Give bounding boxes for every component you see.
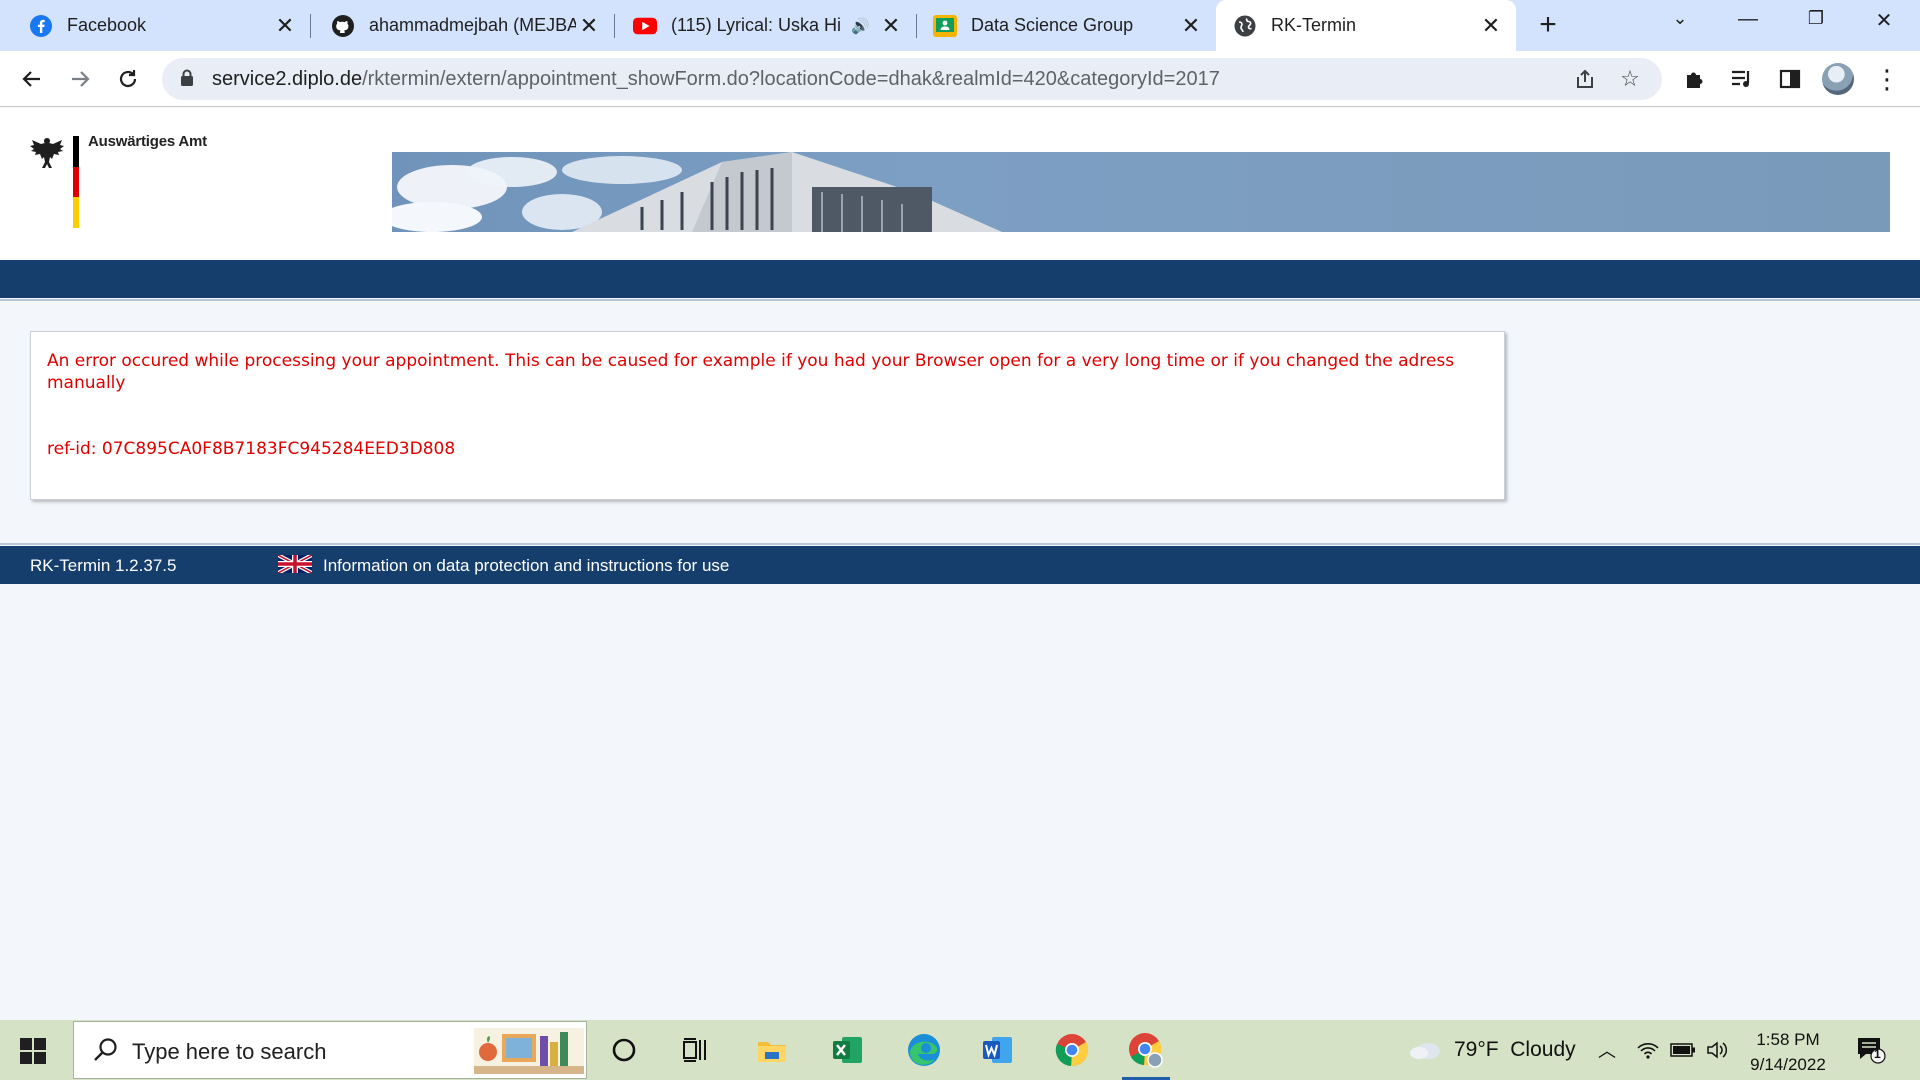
reload-button[interactable] [110,61,146,97]
data-protection-link[interactable]: Information on data protection and instr… [323,556,729,576]
brand-name: Auswärtiges Amt [88,133,207,150]
profile-avatar[interactable] [1822,63,1854,95]
tab-title: Facebook [67,15,147,35]
close-tab-icon[interactable]: ✕ [878,13,904,39]
german-flag-bar [73,136,79,228]
youtube-icon [633,14,657,38]
federal-eagle-icon [30,138,64,168]
notification-count: 1 [1874,1047,1881,1061]
audio-playing-icon[interactable]: 🔊 [851,17,870,35]
globe-icon [1233,14,1257,38]
extensions-puzzle-icon[interactable] [1680,64,1710,94]
reload-icon [119,70,137,88]
search-icon [94,1038,117,1061]
github-icon [331,14,355,38]
tab-separator [310,14,311,38]
tab-separator [614,14,615,38]
edge-icon[interactable] [898,1026,950,1074]
tab-strip: Facebook ✕ ahammadmejbah (MEJBA ✕ (115) … [0,0,1920,51]
cloud-icon [1410,1043,1440,1059]
tab-title: (115) Lyrical: Uska Hi [671,15,842,35]
tab-data-science-group[interactable]: Data Science Group ✕ [918,0,1216,51]
system-clock[interactable]: 1:58 PM 9/14/2022 [1740,1027,1836,1077]
media-control-icon[interactable] [1727,64,1757,94]
search-highlight-illustration [474,1028,584,1074]
tab-title: ahammadmejbah (MEJBA [369,15,576,35]
error-message-box: An error occured while processing your a… [30,331,1505,500]
forward-arrow-icon [72,71,90,87]
clock-date: 9/14/2022 [1750,1055,1826,1074]
url-host: service2.diplo.de [212,68,363,90]
battery-icon[interactable] [1670,1020,1696,1080]
side-panel-icon[interactable] [1775,64,1805,94]
weather-widget[interactable]: 79°F Cloudy [1408,1020,1576,1080]
browser-toolbar: service2.diplo.de/rktermin/extern/appoin… [0,51,1920,107]
back-button[interactable] [14,61,50,97]
close-tab-icon[interactable]: ✕ [576,13,602,39]
clock-time: 1:58 PM [1756,1030,1820,1049]
header-banner-image [392,152,1890,232]
share-icon[interactable] [1572,66,1598,92]
wifi-icon[interactable] [1636,1020,1660,1080]
taskbar-search-box[interactable]: Type here to search [73,1021,587,1079]
file-explorer-icon[interactable] [746,1026,798,1074]
new-tab-button[interactable]: + [1532,10,1564,42]
facebook-icon [29,14,53,38]
show-hidden-icons-chevron[interactable]: ︿ [1598,1020,1616,1080]
chrome-profile-icon[interactable] [1120,1026,1172,1080]
url-text[interactable]: service2.diplo.de/rktermin/extern/appoin… [212,68,1220,91]
tab-search-chevron-icon[interactable]: ⌄ [1660,8,1700,40]
tab-github[interactable]: ahammadmejbah (MEJBA ✕ [312,0,615,51]
tab-facebook[interactable]: Facebook ✕ [0,0,311,51]
classroom-icon [933,14,957,38]
tab-youtube[interactable]: (115) Lyrical: Uska Hi 🔊 ✕ [616,0,917,51]
address-bar[interactable]: service2.diplo.de/rktermin/extern/appoin… [162,58,1662,100]
excel-icon[interactable] [822,1026,874,1074]
close-tab-icon[interactable]: ✕ [1178,13,1204,39]
search-placeholder: Type here to search [132,1039,327,1064]
ref-id-text: ref-id: 07C895CA0F8B7183FC945284EED3D808 [47,439,456,459]
windows-start-icon[interactable] [20,1038,46,1064]
cortana-icon[interactable] [598,1026,650,1074]
volume-icon[interactable] [1706,1020,1730,1080]
tab-title: RK-Termin [1271,15,1357,35]
lock-icon[interactable] [180,69,194,87]
weather-text: 79°F Cloudy [1454,1038,1576,1061]
minimize-button[interactable]: — [1728,8,1768,40]
error-message-text: An error occured while processing your a… [47,351,1455,393]
close-window-button[interactable]: ✕ [1864,8,1904,40]
word-icon[interactable] [972,1026,1024,1074]
back-arrow-icon [22,71,40,87]
site-header: Auswärtiges Amt [0,108,1920,260]
more-menu-icon[interactable]: ⋮ [1872,64,1902,94]
footer-version: RK-Termin 1.2.37.5 [30,556,177,575]
forward-button[interactable] [62,61,98,97]
tab-rk-termin[interactable]: RK-Termin ✕ [1216,0,1516,51]
notification-center-icon[interactable]: 1 [1856,1036,1886,1064]
uk-flag-icon[interactable] [278,555,312,573]
close-tab-icon[interactable]: ✕ [272,13,298,39]
header-blue-band [0,260,1920,298]
divider-line [0,543,1920,545]
windows-taskbar: Type here to search 79°F Cloudy ︿ 1:58 P… [0,1020,1920,1080]
tab-title: Data Science Group [971,15,1134,35]
task-view-icon[interactable] [670,1026,722,1074]
url-path: /rktermin/extern/appointment_showForm.do… [362,68,1220,90]
tab-separator [916,14,917,38]
divider-line [0,299,1920,301]
bookmark-star-icon[interactable]: ☆ [1617,66,1643,92]
close-tab-icon[interactable]: ✕ [1478,13,1504,39]
restore-button[interactable]: ❐ [1796,8,1836,40]
chrome-icon[interactable] [1046,1026,1098,1074]
page-footer: RK-Termin 1.2.37.5 Information on data p… [0,546,1920,584]
